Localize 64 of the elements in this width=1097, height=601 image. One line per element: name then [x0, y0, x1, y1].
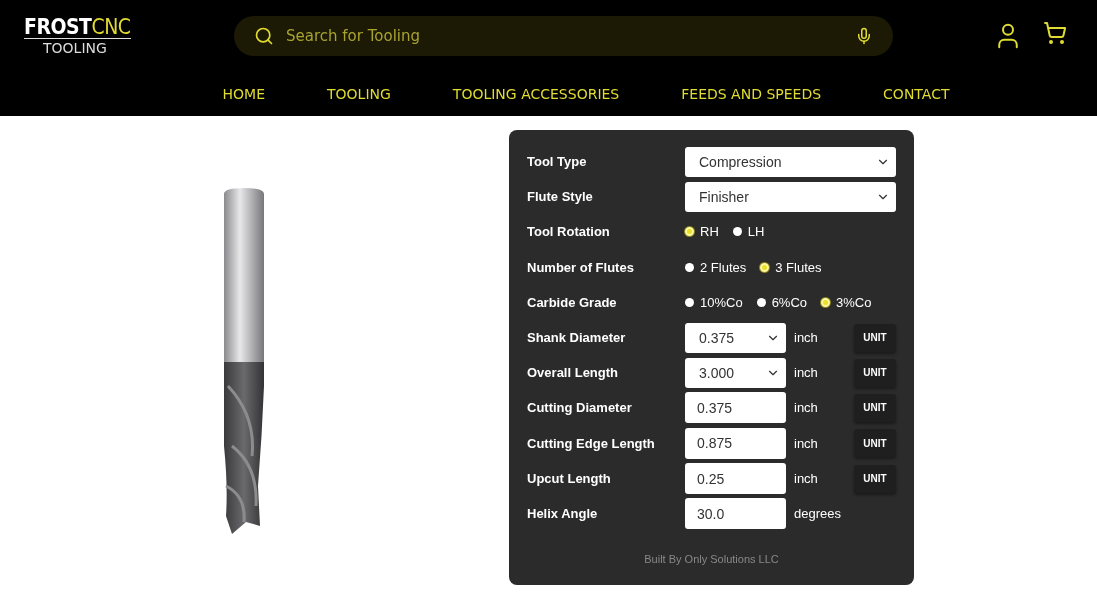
radio-icon[interactable] [685, 227, 694, 236]
nav-link[interactable]: TOOLING ACCESSORIES [452, 86, 620, 102]
radio-option[interactable]: 10%Co [685, 295, 743, 310]
nav-link[interactable]: FEEDS AND SPEEDS [681, 86, 822, 102]
radio-option[interactable]: 2 Flutes [685, 259, 747, 275]
radio-label: 6%Co [771, 295, 808, 310]
input-field[interactable]: 0.875 [685, 427, 786, 459]
unit-label: inch [794, 330, 819, 345]
field-label: Tool Rotation [527, 224, 611, 239]
radio-label: 3 Flutes [775, 259, 822, 275]
select-field[interactable]: Finisher [685, 181, 896, 212]
radio-label: 3%Co [836, 295, 872, 310]
field-label: Cutting Edge Length [527, 435, 656, 451]
field-label: Overall Length [527, 365, 620, 380]
radio-option[interactable]: 3%Co [821, 295, 872, 310]
unit-label: degrees [794, 506, 842, 521]
radio-icon[interactable] [685, 262, 694, 272]
unit-label: inch [794, 435, 819, 451]
logo-text[interactable]: FROSTCNC [24, 15, 131, 39]
radio-option[interactable]: 6%Co [756, 295, 808, 310]
search-bar[interactable]: Search for Tooling [234, 16, 893, 56]
radio-label: LH [747, 224, 765, 239]
radio-option[interactable]: 3 Flutes [760, 259, 822, 275]
field-label: Helix Angle [527, 506, 599, 521]
radio-icon[interactable] [821, 298, 831, 307]
select-field[interactable]: Compression [685, 146, 896, 177]
input-field[interactable]: 30.0 [685, 498, 786, 529]
nav-link[interactable]: CONTACT [883, 86, 950, 102]
unit-button[interactable]: UNIT [854, 323, 896, 352]
unit-label: inch [794, 365, 819, 380]
select-field[interactable]: 3.000 [685, 357, 786, 388]
footer-credit: Built By Only Solutions LLC [643, 553, 780, 565]
field-label: Carbide Grade [527, 295, 618, 310]
search-icon [254, 26, 274, 46]
field-label: Upcut Length [527, 471, 612, 486]
nav-link[interactable]: TOOLING [327, 86, 391, 102]
radio-icon[interactable] [685, 298, 694, 307]
radio-option[interactable]: LH [732, 224, 765, 239]
nav-link[interactable]: HOME [222, 86, 265, 102]
unit-button[interactable]: UNIT [854, 429, 896, 457]
logo-subtitle: TOOLING [42, 38, 107, 57]
field-label: Cutting Diameter [527, 400, 633, 415]
radio-label: 2 Flutes [700, 259, 747, 275]
field-label: Flute Style [527, 189, 594, 204]
unit-label: inch [794, 400, 819, 415]
input-field[interactable]: 0.375 [685, 392, 786, 423]
radio-label: RH [700, 224, 719, 239]
radio-icon[interactable] [756, 298, 766, 307]
input-field[interactable]: 0.25 [685, 463, 786, 494]
field-label: Tool Type [527, 154, 588, 169]
unit-button[interactable]: UNIT [854, 358, 896, 387]
radio-option[interactable]: RH [685, 224, 719, 239]
radio-icon[interactable] [760, 262, 770, 272]
field-label: Shank Diameter [527, 330, 627, 345]
microphone-icon[interactable] [855, 27, 873, 45]
radio-icon[interactable] [732, 227, 742, 236]
select-field[interactable]: 0.375 [685, 322, 786, 353]
unit-button[interactable]: UNIT [854, 464, 896, 493]
radio-label: 10%Co [700, 295, 743, 310]
unit-button[interactable]: UNIT [854, 393, 896, 422]
search-field[interactable]: Search for Tooling [284, 26, 845, 46]
unit-label: inch [794, 471, 819, 486]
cart-icon[interactable] [1043, 21, 1067, 45]
field-label: Number of Flutes [527, 259, 635, 275]
